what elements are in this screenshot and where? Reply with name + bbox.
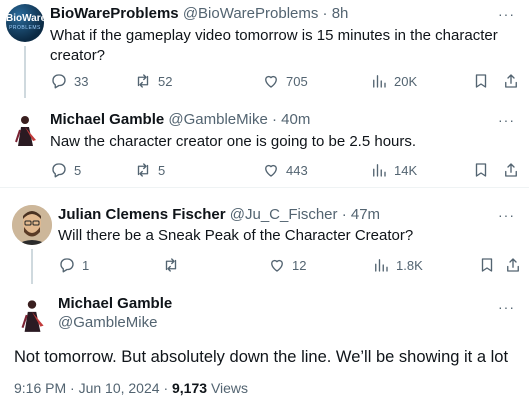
- repost-count: 5: [158, 162, 166, 178]
- action-bar: 33 52 705 20K: [50, 71, 529, 91]
- views-icon: [373, 75, 386, 88]
- reply-button[interactable]: 5: [50, 160, 81, 180]
- tweet-text-line: Will there be a Sneak Peak of the Charac…: [58, 227, 414, 244]
- share-button[interactable]: [502, 71, 520, 91]
- avatar[interactable]: [12, 205, 52, 245]
- like-icon: [271, 259, 283, 272]
- timestamp[interactable]: 8h: [332, 5, 349, 22]
- repost-button[interactable]: 52: [134, 71, 172, 91]
- bookmark-icon: [475, 74, 487, 88]
- thread-line: [31, 249, 33, 284]
- tweet-2[interactable]: Michael Gamble @GambleMike · 40m ··· Naw…: [0, 96, 529, 186]
- thread-line: [24, 46, 26, 98]
- avatar-logo-text: BioWare: [6, 13, 44, 24]
- reply-button[interactable]: 33: [50, 71, 88, 91]
- like-count: 705: [286, 73, 308, 89]
- reply-icon: [52, 163, 66, 178]
- tweet-header: Julian Clemens Fischer @Ju_C_Fischer · 4…: [58, 205, 380, 225]
- more-icon[interactable]: ···: [498, 300, 515, 314]
- share-icon: [505, 74, 517, 88]
- views-button[interactable]: 1.8K: [372, 255, 423, 275]
- repost-icon: [137, 163, 149, 177]
- like-icon: [265, 164, 277, 177]
- author-handle[interactable]: @BioWareProblems: [183, 5, 319, 22]
- tweet-text: Will there be a Sneak Peak of the Charac…: [58, 226, 413, 246]
- tweet-meta: 9:16 PM · Jun 10, 2024 · 9,173 Views: [14, 379, 248, 397]
- tweet-text-line: creator?: [50, 47, 106, 64]
- views-button[interactable]: 14K: [370, 160, 417, 180]
- separator-dot: ·: [322, 5, 328, 22]
- share-icon: [507, 258, 519, 272]
- tweet-header: BioWareProblems @BioWareProblems · 8h: [50, 4, 348, 24]
- more-icon[interactable]: ···: [498, 113, 515, 127]
- separator-dot: ·: [271, 111, 277, 128]
- avatar-figure: [21, 300, 44, 332]
- reply-button[interactable]: 1: [58, 255, 89, 275]
- more-icon[interactable]: ···: [498, 208, 515, 222]
- views-button[interactable]: 20K: [370, 71, 417, 91]
- views-count: 20K: [394, 73, 418, 89]
- repost-button[interactable]: [162, 255, 180, 275]
- timestamp[interactable]: 9:16 PM · Jun 10, 2024: [14, 380, 160, 396]
- like-icon: [265, 75, 277, 88]
- avatar-logo-subtext: PROBLEMS: [9, 25, 41, 31]
- author-name[interactable]: Julian Clemens Fischer: [58, 206, 226, 223]
- avatar-photo: [12, 205, 52, 245]
- avatar[interactable]: BioWare PROBLEMS: [6, 4, 44, 42]
- views-count: 14K: [394, 162, 418, 178]
- share-button[interactable]: [502, 160, 520, 180]
- action-bar: 1 12 1.8K: [58, 255, 529, 275]
- like-button[interactable]: 443: [262, 160, 308, 180]
- like-button[interactable]: 705: [262, 71, 308, 91]
- reply-icon: [52, 74, 66, 89]
- bookmark-button[interactable]: [478, 255, 496, 275]
- author-name[interactable]: BioWareProblems: [50, 5, 179, 22]
- tweet-text-line: What if the gameplay video tomorrow is 1…: [50, 27, 498, 44]
- tweet-3[interactable]: Julian Clemens Fischer @Ju_C_Fischer · 4…: [0, 188, 529, 284]
- share-icon: [505, 163, 517, 177]
- share-button[interactable]: [504, 255, 522, 275]
- views-label: Views: [210, 380, 249, 396]
- reply-count: 33: [74, 73, 89, 89]
- bookmark-icon: [475, 163, 487, 177]
- views-icon: [373, 164, 386, 177]
- timestamp[interactable]: 40m: [281, 111, 310, 128]
- separator-dot: ·: [341, 206, 347, 223]
- tweet-1[interactable]: BioWare PROBLEMS BioWareProblems @BioWar…: [0, 0, 529, 98]
- repost-icon: [165, 258, 177, 272]
- repost-icon: [137, 74, 149, 88]
- views-icon: [375, 259, 388, 272]
- tweet-text: Naw the character creator one is going t…: [50, 132, 416, 152]
- like-count: 12: [292, 257, 307, 273]
- avatar[interactable]: [12, 294, 52, 334]
- bookmark-button[interactable]: [472, 71, 490, 91]
- author-handle[interactable]: @Ju_C_Fischer: [230, 206, 338, 223]
- avatar-figure: [15, 116, 36, 146]
- reply-count: 5: [74, 162, 82, 178]
- views-count: 9,173: [172, 380, 208, 396]
- tweet-header: Michael Gamble @GambleMike · 40m: [50, 110, 310, 130]
- author-name[interactable]: Michael Gamble: [50, 111, 164, 128]
- more-icon[interactable]: ···: [498, 7, 515, 21]
- avatar[interactable]: [6, 110, 44, 148]
- author-handle[interactable]: @GambleMike: [168, 111, 267, 128]
- reply-count: 1: [82, 257, 90, 273]
- action-bar: 5 5 443 14K: [50, 160, 529, 180]
- timestamp[interactable]: 47m: [351, 206, 380, 223]
- views-count: 1.8K: [396, 257, 423, 273]
- separator-dot: ·: [163, 380, 169, 396]
- author-name[interactable]: Michael Gamble: [58, 294, 172, 314]
- author-handle[interactable]: @GambleMike: [58, 313, 157, 333]
- like-count: 443: [286, 162, 308, 178]
- reply-icon: [60, 258, 74, 273]
- tweet-text: Not tomorrow. But absolutely down the li…: [14, 348, 509, 366]
- bookmark-button[interactable]: [472, 160, 490, 180]
- repost-count: 52: [158, 73, 173, 89]
- tweet-text: What if the gameplay video tomorrow is 1…: [50, 26, 498, 66]
- repost-button[interactable]: 5: [134, 160, 165, 180]
- bookmark-icon: [481, 258, 493, 272]
- like-button[interactable]: 12: [268, 255, 306, 275]
- tweet-text-line: Naw the character creator one is going t…: [50, 133, 417, 150]
